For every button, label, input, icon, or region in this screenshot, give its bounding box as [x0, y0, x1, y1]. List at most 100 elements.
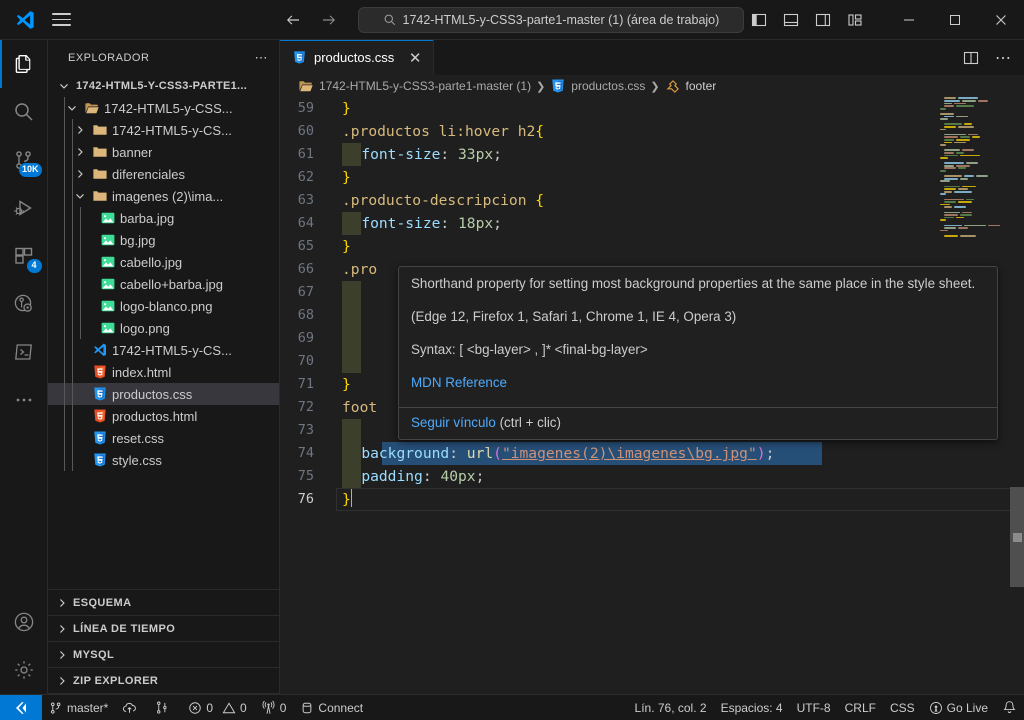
breadcrumb[interactable]: 1742-HTML5-y-CSS3-parte1-master (1) ❯ prod…: [280, 75, 1024, 97]
chevron-down-icon[interactable]: [64, 101, 80, 115]
tree-item-imagenes-2-ima[interactable]: imagenes (2)\ima...: [48, 185, 279, 207]
code-line[interactable]: 63 .producto-descripcion {: [280, 189, 1024, 212]
tab-close-icon[interactable]: ✕: [407, 49, 423, 67]
chevron-down-icon[interactable]: [72, 189, 88, 203]
status-encoding[interactable]: UTF-8: [790, 695, 838, 720]
toggle-panel-icon[interactable]: [776, 5, 806, 35]
navigation-buttons: [282, 9, 340, 31]
sidebar-section-esquema[interactable]: ESQUEMA: [48, 590, 279, 616]
tree-item-cabello-jpg[interactable]: cabello.jpg: [48, 251, 279, 273]
file-tree[interactable]: 1742-HTML5-Y-CSS3-PARTE1... 1742-HTML5-y-…: [48, 75, 279, 589]
run-and-debug-icon: [12, 196, 36, 220]
sidebar-section-zip-explorer[interactable]: ZIP EXPLORER: [48, 668, 279, 694]
tree-item-1742-html5-y-cs[interactable]: 1742-HTML5-y-CS...: [48, 339, 279, 361]
activity-item-remote-explorer[interactable]: [0, 280, 48, 328]
arrow-left-icon[interactable]: [282, 9, 304, 31]
sidebar-section-mysql[interactable]: MYSQL: [48, 642, 279, 668]
breadcrumb-item-2[interactable]: footer: [665, 78, 716, 94]
code-line[interactable]: 64 font-size: 18px;: [280, 212, 1024, 235]
indent-guide: [342, 442, 362, 465]
activity-item-run-and-debug[interactable]: [0, 184, 48, 232]
activity-item-manage[interactable]: [0, 646, 48, 694]
activity-item-more-actions[interactable]: [0, 376, 48, 424]
code-line[interactable]: 76}: [280, 488, 1024, 511]
sidebar-more-actions-icon[interactable]: ⋯: [255, 50, 270, 66]
chevron-down-icon[interactable]: [56, 79, 72, 93]
status-sync-changes[interactable]: [115, 695, 148, 720]
sidebar-section-l-nea-de-tiempo[interactable]: LÍNEA DE TIEMPO: [48, 616, 279, 642]
mdn-reference-link[interactable]: MDN Reference: [411, 375, 507, 390]
indent-guide: [72, 141, 73, 163]
line-number: 60: [297, 123, 314, 139]
indent-guide: [64, 97, 65, 119]
status-language-mode[interactable]: CSS: [883, 695, 922, 720]
minimize-button[interactable]: [886, 0, 932, 40]
tree-item-style-css[interactable]: style.css: [48, 449, 279, 471]
tree-item-logo-blanco-png[interactable]: logo-blanco.png: [48, 295, 279, 317]
tree-item-logo-png[interactable]: logo.png: [48, 317, 279, 339]
status-git-graph[interactable]: [148, 695, 181, 720]
activity-item-explorer[interactable]: [0, 40, 48, 88]
tree-item-bg-jpg[interactable]: bg.jpg: [48, 229, 279, 251]
status-cursor-position[interactable]: Lín. 76, col. 2: [628, 695, 714, 720]
status-indentation[interactable]: Espacios: 4: [714, 695, 790, 720]
tree-item-label: bg.jpg: [120, 232, 156, 248]
tree-item-1742-html5-y-cs[interactable]: 1742-HTML5-y-CS...: [48, 119, 279, 141]
arrow-right-icon[interactable]: [318, 9, 340, 31]
customize-layout-icon[interactable]: [840, 5, 870, 35]
sidebar-section-label: MYSQL: [73, 648, 115, 661]
activity-item-extensions[interactable]: 4: [0, 232, 48, 280]
code-line[interactable]: 65}: [280, 235, 1024, 258]
indent-guide: [80, 273, 81, 295]
tree-item-productos-css[interactable]: productos.css: [48, 383, 279, 405]
follow-link-action[interactable]: Seguir vínculo: [411, 415, 496, 430]
title-bar-left: [0, 3, 276, 37]
code-line[interactable]: 74 background: url("imagenes(2)\imagenes…: [280, 442, 1024, 465]
tab-productos-css[interactable]: productos.css ✕: [280, 40, 435, 75]
indent-guide: [64, 317, 65, 339]
tree-item-1742-html5-y-css[interactable]: 1742-HTML5-y-CSS...: [48, 97, 279, 119]
breadcrumb-item-0[interactable]: 1742-HTML5-y-CSS3-parte1-master (1): [298, 78, 531, 94]
editor-scrollbar[interactable]: [1010, 97, 1024, 694]
hamburger-menu-icon[interactable]: [44, 3, 78, 37]
tree-item-index-html[interactable]: index.html: [48, 361, 279, 383]
chevron-right-icon[interactable]: [72, 145, 88, 159]
activity-item-source-control[interactable]: 10K: [0, 136, 48, 184]
chevron-right-icon[interactable]: [72, 123, 88, 137]
activity-item-accounts[interactable]: [0, 598, 48, 646]
tree-item-productos-html[interactable]: productos.html: [48, 405, 279, 427]
status-ports[interactable]: 0: [254, 695, 294, 720]
status-notifications[interactable]: [995, 695, 1024, 720]
maximize-button[interactable]: [932, 0, 978, 40]
toggle-secondary-sidebar-icon[interactable]: [808, 5, 838, 35]
code-line[interactable]: 60 .productos li:hover h2{: [280, 120, 1024, 143]
tree-item-barba-jpg[interactable]: barba.jpg: [48, 207, 279, 229]
tree-item-1742-html5-y-css3-parte1[interactable]: 1742-HTML5-Y-CSS3-PARTE1...: [48, 75, 279, 97]
tree-item-reset-css[interactable]: reset.css: [48, 427, 279, 449]
code-line[interactable]: 62}: [280, 166, 1024, 189]
code-line[interactable]: 75 padding: 40px;: [280, 465, 1024, 488]
status-branch[interactable]: master*: [42, 695, 115, 720]
close-button[interactable]: [978, 0, 1024, 40]
status-go-live[interactable]: Go Live: [922, 695, 995, 720]
status-problems[interactable]: 0 0: [181, 695, 253, 720]
remote-window-indicator[interactable]: [0, 694, 42, 720]
chevron-right-icon[interactable]: [72, 167, 88, 181]
tree-item-banner[interactable]: banner: [48, 141, 279, 163]
status-eol[interactable]: CRLF: [838, 695, 883, 720]
tree-item-diferenciales[interactable]: diferenciales: [48, 163, 279, 185]
tab-label: productos.css: [314, 50, 395, 65]
code-line[interactable]: 61 font-size: 33px;: [280, 143, 1024, 166]
toggle-primary-sidebar-icon[interactable]: [744, 5, 774, 35]
tree-item-cabello-barba-jpg[interactable]: cabello+barba.jpg: [48, 273, 279, 295]
activity-item-terminal[interactable]: [0, 328, 48, 376]
code-line[interactable]: 59}: [280, 97, 1024, 120]
more-editor-actions-icon[interactable]: ⋯: [990, 45, 1016, 71]
status-mysql-connect[interactable]: Connect: [293, 695, 370, 720]
command-center-search[interactable]: 1742-HTML5-y-CSS3-parte1-master (1) (áre…: [357, 6, 744, 33]
activity-item-search[interactable]: [0, 88, 48, 136]
css-symbol-icon: [665, 78, 681, 94]
split-editor-right-icon[interactable]: [958, 45, 984, 71]
search-icon: [383, 13, 397, 27]
breadcrumb-item-1[interactable]: productos.css: [550, 78, 645, 94]
